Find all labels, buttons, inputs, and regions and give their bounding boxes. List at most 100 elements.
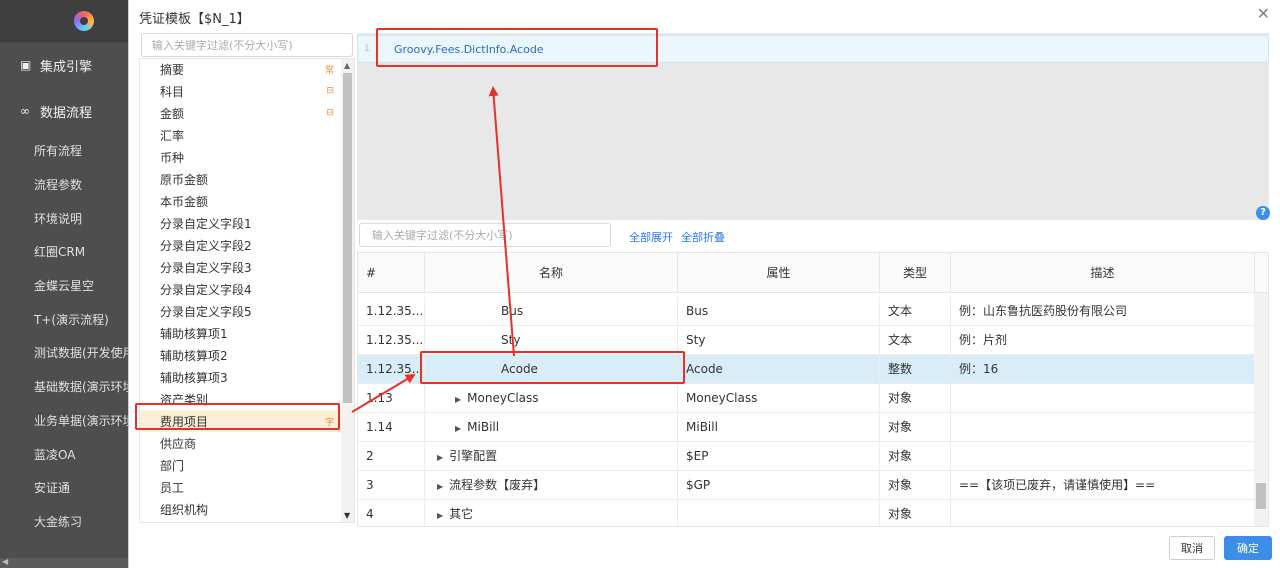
row-type-cell: 对象 [880,471,951,500]
sidebar-item[interactable]: 业务单据(演示环境 [0,404,128,438]
table-filter-input[interactable] [359,223,611,247]
cancel-button[interactable]: 取消 [1169,536,1215,560]
tree-scrollbar[interactable]: ▲ ▼ [341,59,354,522]
nav-section-dataflow[interactable]: ∞ 数据流程 [0,88,128,134]
row-name-text: MoneyClass [467,391,539,405]
nav-item-list: 所有流程 流程参数 环境说明 红圈CRM 金蝶云星空 T+(演示流程) 测试数据(开发使用基… [0,134,128,538]
help-icon[interactable]: ? [1256,206,1270,220]
row-name-cell: Bus [425,297,678,326]
tree-item[interactable]: 分录自定义字段1 [140,212,342,234]
row-description-cell: 例：山东鲁抗医药股份有限公司 [951,297,1255,326]
tree-item[interactable]: 分录自定义字段4 [140,278,342,300]
row-index-cell: 1.12.35... [358,355,425,384]
tree-item[interactable]: 员工 [140,476,342,498]
tree-item[interactable]: 科目 ⊟ [140,80,342,102]
table-row[interactable]: 4 ▶ 其它 对象 [358,500,1255,526]
sidebar-item[interactable]: T+(演示流程) [0,302,128,336]
tree-item[interactable]: 部门 [140,454,342,476]
tree-item-label: 供应商 [160,436,197,451]
tree-scroll-thumb[interactable] [343,73,352,403]
column-header-index: # [358,253,425,293]
table-row[interactable]: 1.14 ▶ MiBill MiBill 对象 [358,413,1255,442]
table-header: # 名称 属性 类型 描述 [358,253,1268,293]
table-row[interactable]: 2 ▶ 引擎配置 $EP 对象 [358,442,1255,471]
sidebar-item[interactable]: 环境说明 [0,201,128,235]
expand-all-link[interactable]: 全部展开 [629,229,673,245]
collapse-all-link[interactable]: 全部折叠 [681,229,725,245]
row-index-cell: 1.12.35... [358,326,425,355]
row-type-cell: 对象 [880,500,951,526]
row-name-text: 流程参数【废弃】 [449,478,546,492]
tree-item[interactable]: 币种 [140,146,342,168]
tree-item-label: 科目 [160,84,185,99]
tree-item-label: 分录自定义字段1 [160,216,252,231]
dialog-title: 凭证模板【$N_1】 [139,12,250,27]
nav-section-integration[interactable]: ▣ 集成引擎 [0,42,128,88]
row-name-text: Bus [501,304,524,318]
tree-item-label: 部门 [160,458,185,473]
tree-item-badge: ⊟ [326,108,334,118]
tree-item[interactable]: 组织机构 [140,498,342,520]
table-scroll-thumb[interactable] [1256,483,1266,509]
tree-item[interactable]: 原币金额 [140,168,342,190]
close-icon[interactable]: ✕ [1257,4,1270,23]
tree-item[interactable]: 本币金额 [140,190,342,212]
tree-item[interactable]: 分录自定义字段2 [140,234,342,256]
row-attribute-cell: Bus [678,297,880,326]
sidebar-item[interactable]: 测试数据(开发使用 [0,336,128,370]
row-type-cell: 文本 [880,297,951,326]
variables-table: # 名称 属性 类型 描述 1.12.35... Bus Bus 文本 例：山东鲁抗医药… [357,252,1269,527]
tree-item[interactable]: 辅助核算项1 [140,322,342,344]
sidebar-item[interactable]: 所有流程 [0,134,128,168]
table-row[interactable]: 3 ▶ 流程参数【废弃】 $GP 对象 ==【该项已废弃，请谨慎使用】== [358,471,1255,500]
annotation-box-acode-row [420,351,685,384]
field-tree: 摘要 常科目 ⊟ 金额 ⊟ 汇率 币种 原币金额 本币金额 分录自定义字段1 分录自定义字段2 分录自… [139,58,355,523]
tree-item-label: 摘要 [160,62,185,77]
row-type-cell: 对象 [880,413,951,442]
tree-item[interactable]: 辅助核算项3 [140,366,342,388]
scroll-up-icon[interactable]: ▲ [344,61,350,70]
row-description-cell [951,384,1255,413]
tree-item[interactable]: 分录自定义字段3 [140,256,342,278]
tree-filter-input[interactable] [141,33,353,57]
tree-item[interactable]: 辅助核算项2 [140,344,342,366]
app-sidebar: ▣ 集成引擎 ∞ 数据流程 所有流程 流程参数 环境说明 红圈CRM 金蝶云星空 T+(演… [0,0,128,568]
row-name-cell: ▶ MoneyClass [425,384,678,413]
tree-item[interactable]: 摘要 常 [140,59,342,80]
expand-caret-icon[interactable]: ▶ [437,443,443,471]
tree-item-label: 辅助核算项2 [160,348,228,363]
ok-button[interactable]: 确定 [1224,536,1272,560]
sidebar-item[interactable]: 大金练习 [0,505,128,539]
row-name-text: MiBill [467,420,500,434]
sidebar-item[interactable]: 金蝶云星空 [0,269,128,303]
row-attribute-cell: Sty [678,326,880,355]
expand-caret-icon[interactable]: ▶ [455,414,461,442]
row-name-cell: ▶ MiBill [425,413,678,442]
column-header-type: 类型 [880,253,951,293]
sidebar-item[interactable]: 红圈CRM [0,235,128,269]
tree-item-label: 分录自定义字段5 [160,304,252,319]
row-index-cell: 1.12.35... [358,297,425,326]
row-type-cell: 对象 [880,384,951,413]
expand-caret-icon[interactable]: ▶ [437,472,443,500]
sidebar-item[interactable]: 安证通 [0,471,128,505]
sidebar-item[interactable]: 流程参数 [0,168,128,202]
tree-item-label: 金额 [160,106,185,121]
row-attribute-cell: Acode [678,355,880,384]
tree-item[interactable]: 供应商 [140,432,342,454]
scroll-down-icon[interactable]: ▼ [344,511,350,520]
table-row[interactable]: 1.13 ▶ MoneyClass MoneyClass 对象 [358,384,1255,413]
row-attribute-cell: $GP [678,471,880,500]
tree-item[interactable]: 分录自定义字段5 [140,300,342,322]
table-scrollbar[interactable] [1254,293,1268,526]
sidebar-scrollbar[interactable] [0,557,128,568]
tree-item[interactable]: 汇率 [140,124,342,146]
tree-item-badge: 常 [324,65,334,76]
sidebar-item[interactable]: 蓝凌OA [0,437,128,471]
column-header-attribute: 属性 [678,253,880,293]
expand-caret-icon[interactable]: ▶ [437,501,443,526]
sidebar-item[interactable]: 基础数据(演示环境 [0,370,128,404]
tree-item[interactable]: 金额 ⊟ [140,102,342,124]
table-row[interactable]: 1.12.35... Bus Bus 文本 例：山东鲁抗医药股份有限公司 [358,297,1255,326]
expand-caret-icon[interactable]: ▶ [455,385,461,413]
